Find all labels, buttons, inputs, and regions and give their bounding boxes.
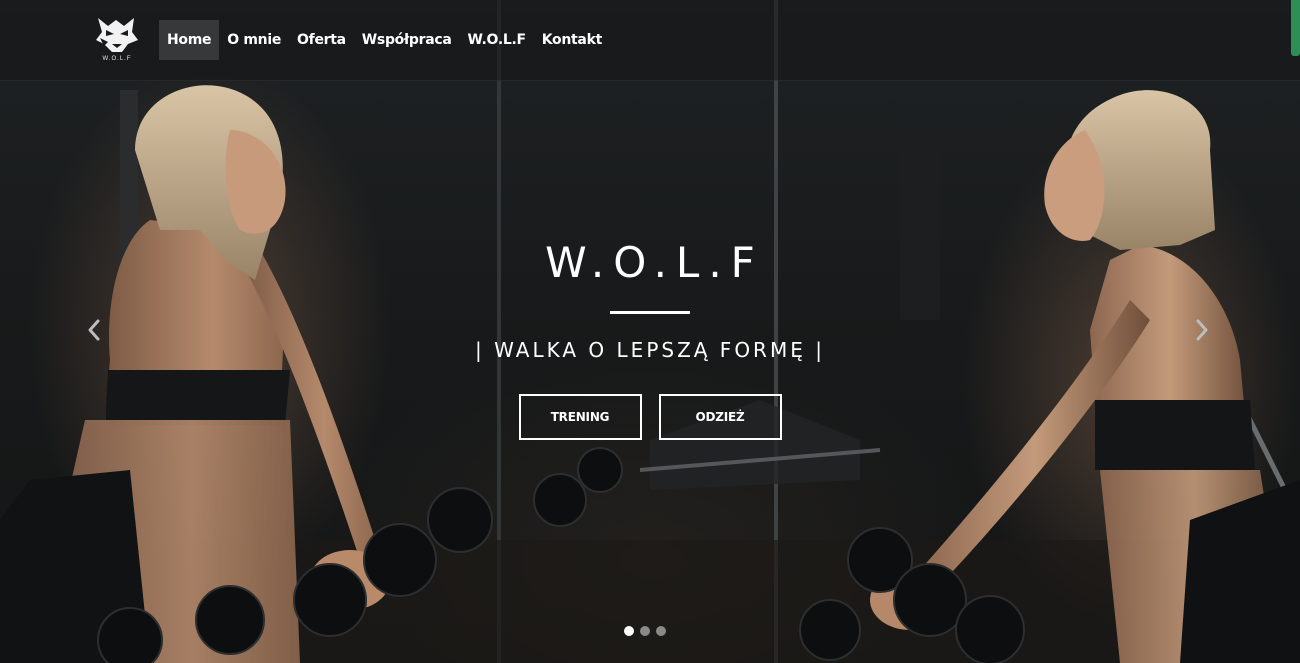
hero-caption: W.O.L.F | WALKA O LEPSZĄ FORMĘ | TRENING… (350, 235, 950, 440)
carousel-dot-1[interactable] (624, 626, 634, 636)
trening-button[interactable]: TRENING (518, 394, 642, 440)
carousel-prev-button[interactable] (82, 316, 106, 344)
page-scrollbar-thumb[interactable] (1291, 0, 1300, 56)
nav-item-o-mnie[interactable]: O mnie (219, 20, 289, 60)
nav-item-kontakt[interactable]: Kontakt (534, 20, 610, 60)
hero-subtitle: | WALKA O LEPSZĄ FORMĘ | (475, 338, 825, 362)
carousel-indicators (624, 626, 666, 636)
hero-slider: W.O.L.F Home O mnie Oferta Współpraca W.… (0, 0, 1300, 663)
hero-divider (610, 311, 690, 314)
logo-text: W.O.L.F (102, 56, 132, 62)
main-menu: Home O mnie Oferta Współpraca W.O.L.F Ko… (159, 20, 610, 60)
nav-item-home[interactable]: Home (159, 20, 220, 60)
carousel-next-button[interactable] (1190, 316, 1214, 344)
hero-title: W.O.L.F (545, 238, 764, 287)
chevron-right-icon (1190, 319, 1214, 348)
wolf-head-icon (94, 14, 140, 54)
nav-item-oferta[interactable]: Oferta (289, 20, 354, 60)
nav-item-wolf[interactable]: W.O.L.F (460, 20, 534, 60)
odziez-button[interactable]: ODZIEŻ (658, 394, 782, 440)
site-logo[interactable]: W.O.L.F (94, 14, 140, 66)
carousel-dot-3[interactable] (656, 626, 666, 636)
carousel-dot-2[interactable] (640, 626, 650, 636)
top-navigation-bar: W.O.L.F Home O mnie Oferta Współpraca W.… (0, 0, 1300, 81)
nav-item-wspolpraca[interactable]: Współpraca (354, 20, 460, 60)
hero-buttons: TRENING ODZIEŻ (350, 394, 950, 440)
chevron-left-icon (82, 319, 106, 348)
